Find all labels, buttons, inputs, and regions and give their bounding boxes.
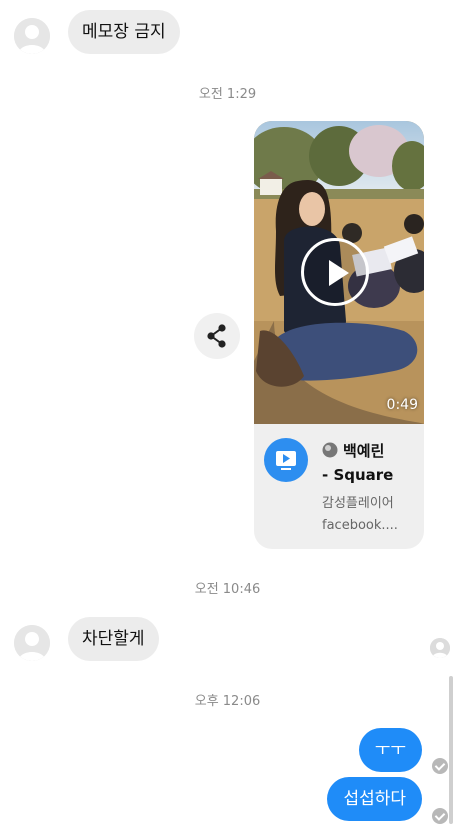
message-bubble-outgoing[interactable]: 섭섭하다 xyxy=(327,777,422,821)
message-bubble-incoming[interactable]: 차단할게 xyxy=(68,617,159,661)
card-title-line2: - Square xyxy=(322,466,394,484)
check-icon xyxy=(432,808,448,824)
contact-avatar[interactable] xyxy=(14,18,50,54)
globe-icon xyxy=(322,442,338,458)
play-icon xyxy=(329,260,349,286)
contact-avatar[interactable] xyxy=(14,625,50,661)
video-thumbnail[interactable]: 0:49 xyxy=(254,121,424,424)
app-logo xyxy=(264,438,308,482)
check-icon xyxy=(432,758,448,774)
share-button[interactable] xyxy=(194,313,240,359)
timestamp: 오전 10:46 xyxy=(194,582,261,597)
card-domain: facebook.... xyxy=(322,518,398,533)
message-bubble-outgoing[interactable]: ㅜㅜ xyxy=(358,728,422,772)
shared-video-card[interactable]: 0:49 백예린 - Square 감성플레이어 facebook.... xyxy=(254,121,424,549)
timestamp: 오전 1:29 xyxy=(198,87,257,102)
card-title-line1: 백예린 xyxy=(343,442,385,460)
card-title[interactable]: 백예린 - Square xyxy=(322,439,420,487)
video-duration: 0:49 xyxy=(386,397,418,413)
play-button[interactable] xyxy=(301,238,369,306)
video-play-icon xyxy=(276,451,296,470)
timestamp: 오후 12:06 xyxy=(194,694,261,709)
share-icon xyxy=(207,324,226,348)
person-icon xyxy=(430,638,450,658)
card-app-name: 감성플레이어 xyxy=(322,496,394,511)
person-icon xyxy=(14,625,50,661)
scrollbar[interactable] xyxy=(449,676,453,824)
message-bubble-incoming[interactable]: 메모장 금지 xyxy=(68,10,180,54)
person-icon xyxy=(14,18,50,54)
seen-avatar xyxy=(430,638,450,658)
